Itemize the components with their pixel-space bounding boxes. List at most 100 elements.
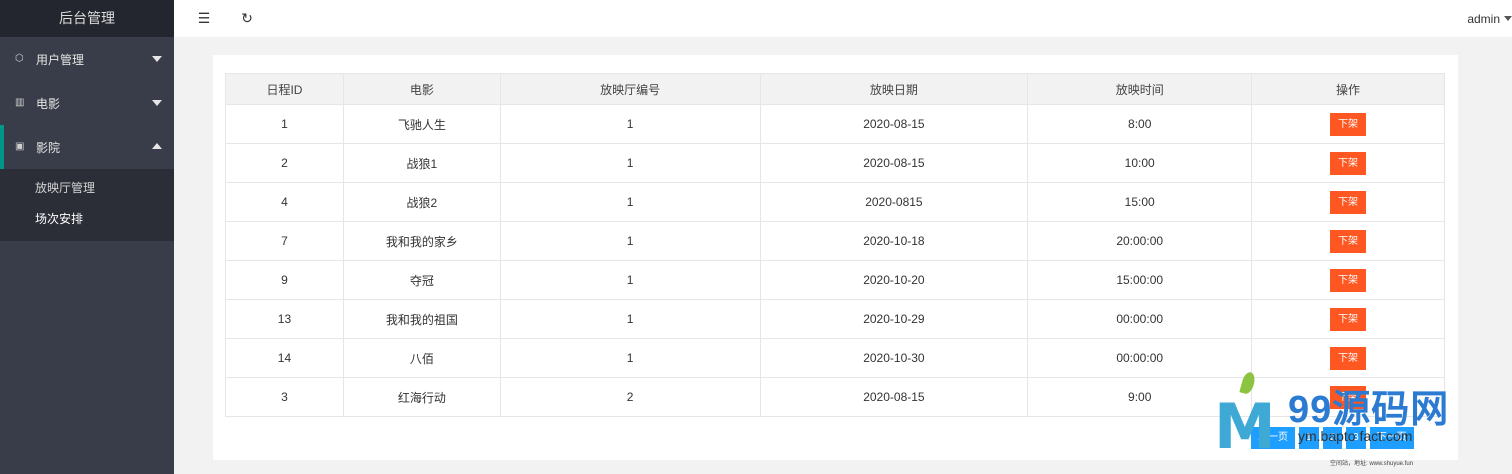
refresh-icon[interactable]: ↻	[239, 10, 255, 26]
cell-date: 2020-10-30	[759, 338, 1029, 378]
column-header[interactable]: 放映日期	[759, 73, 1029, 105]
top-header: ☰ ↻ admin	[174, 0, 1512, 37]
column-header[interactable]: 电影	[342, 73, 501, 105]
cell-movie: 战狼2	[342, 182, 501, 222]
cell-action: 下架	[1251, 104, 1445, 144]
cell-date: 2020-10-20	[759, 260, 1029, 300]
cell-action: 下架	[1251, 182, 1445, 222]
cell-movie: 我和我的祖国	[342, 299, 501, 339]
cell-movie: 红海行动	[342, 377, 501, 417]
cell-date: 2020-08-15	[759, 377, 1029, 417]
cell-action: 下架	[1251, 143, 1445, 183]
page-button[interactable]: 1	[1299, 427, 1319, 449]
cell-time: 9:00	[1027, 377, 1253, 417]
column-header[interactable]: 操作	[1251, 73, 1445, 105]
prev-page-button[interactable]: 上一页	[1251, 427, 1295, 449]
table-row: 2 战狼1 1 2020-08-15 10:00 下架	[225, 143, 1445, 183]
app-title: 后台管理	[0, 0, 174, 37]
sidebar-item-user-management[interactable]: ⬡ 用户管理	[0, 37, 174, 81]
cell-hall: 1	[499, 182, 761, 222]
menu-toggle-icon[interactable]: ☰	[196, 10, 212, 26]
sidebar-item-cinema[interactable]: ▣ 影院	[0, 125, 174, 169]
sidebar-item-label: 影院	[36, 140, 61, 155]
table-row: 1 飞驰人生 1 2020-08-15 8:00 下架	[225, 104, 1445, 144]
remove-button[interactable]: 下架	[1330, 268, 1367, 292]
cube-icon: ⬡	[15, 53, 24, 64]
cell-date: 2020-10-18	[759, 221, 1029, 261]
remove-button[interactable]: 下架	[1330, 229, 1367, 253]
table-row: 7 我和我的家乡 1 2020-10-18 20:00:00 下架	[225, 221, 1445, 261]
remove-button[interactable]: 下架	[1330, 346, 1367, 370]
cell-movie: 飞驰人生	[342, 104, 501, 144]
pagination: 上一页 1 2 3 下一页	[1251, 427, 1414, 449]
page-button[interactable]: 3	[1346, 427, 1366, 449]
sidebar-item-movie[interactable]: ▥ 电影	[0, 81, 174, 125]
cell-date: 2020-08-15	[759, 104, 1029, 144]
cell-movie: 战狼1	[342, 143, 501, 183]
schedule-card: 日程ID 电影 放映厅编号 放映日期 放映时间 操作 1 飞驰人生 1 2020…	[213, 55, 1458, 460]
next-page-button[interactable]: 下一页	[1369, 427, 1414, 449]
cell-hall: 1	[499, 299, 761, 339]
chevron-up-icon	[152, 143, 162, 149]
sidebar-submenu-cinema: 放映厅管理 场次安排	[0, 169, 174, 241]
remove-button[interactable]: 下架	[1330, 385, 1367, 409]
sidebar-item-label: 用户管理	[36, 52, 85, 67]
table-row: 3 红海行动 2 2020-08-15 9:00 下架	[225, 377, 1445, 417]
sidebar: 后台管理 ⬡ 用户管理 ▥ 电影 ▣ 影院 放映厅管理 场次安排	[0, 0, 174, 474]
cell-hall: 1	[499, 221, 761, 261]
cell-date: 2020-08-15	[759, 143, 1029, 183]
cell-action: 下架	[1251, 221, 1445, 261]
column-header[interactable]: 放映时间	[1027, 73, 1253, 105]
cell-time: 00:00:00	[1027, 299, 1253, 339]
remove-button[interactable]: 下架	[1330, 112, 1367, 136]
cell-action: 下架	[1251, 377, 1445, 417]
remove-button[interactable]: 下架	[1330, 307, 1367, 331]
cell-hall: 1	[499, 143, 761, 183]
schedule-table: 日程ID 电影 放映厅编号 放映日期 放映时间 操作 1 飞驰人生 1 2020…	[225, 73, 1445, 417]
cell-date: 2020-0815	[759, 182, 1029, 222]
apps-icon: ▣	[15, 141, 25, 152]
cell-time: 8:00	[1027, 104, 1253, 144]
table-row: 13 我和我的祖国 1 2020-10-29 00:00:00 下架	[225, 299, 1445, 339]
cell-action: 下架	[1251, 299, 1445, 339]
table-row: 9 夺冠 1 2020-10-20 15:00:00 下架	[225, 260, 1445, 300]
remove-button[interactable]: 下架	[1330, 190, 1367, 214]
cell-time: 00:00:00	[1027, 338, 1253, 378]
remove-button[interactable]: 下架	[1330, 151, 1367, 175]
cell-hall: 2	[499, 377, 761, 417]
cell-hall: 1	[499, 260, 761, 300]
film-icon: ▥	[15, 97, 25, 108]
cell-movie: 夺冠	[342, 260, 501, 300]
cell-id: 2	[225, 143, 344, 183]
cell-id: 13	[225, 299, 344, 339]
cell-time: 20:00:00	[1027, 221, 1253, 261]
cell-date: 2020-10-29	[759, 299, 1029, 339]
cell-hall: 1	[499, 338, 761, 378]
user-menu[interactable]: admin	[1467, 12, 1512, 26]
page-button[interactable]: 2	[1322, 427, 1343, 449]
cell-movie: 我和我的家乡	[342, 221, 501, 261]
cell-time: 10:00	[1027, 143, 1253, 183]
column-header[interactable]: 放映厅编号	[499, 73, 761, 105]
cell-id: 14	[225, 338, 344, 378]
username: admin	[1467, 12, 1500, 26]
cell-action: 下架	[1251, 260, 1445, 300]
table-header-row: 日程ID 电影 放映厅编号 放映日期 放映时间 操作	[225, 73, 1445, 105]
cell-action: 下架	[1251, 338, 1445, 378]
sidebar-subitem-hall-management[interactable]: 放映厅管理	[0, 173, 174, 204]
cell-time: 15:00	[1027, 182, 1253, 222]
chevron-down-icon	[152, 56, 162, 62]
cell-movie: 八佰	[342, 338, 501, 378]
cell-time: 15:00:00	[1027, 260, 1253, 300]
table-row: 14 八佰 1 2020-10-30 00:00:00 下架	[225, 338, 1445, 378]
table-row: 4 战狼2 1 2020-0815 15:00 下架	[225, 182, 1445, 222]
cell-id: 3	[225, 377, 344, 417]
column-header[interactable]: 日程ID	[225, 73, 344, 105]
cell-id: 1	[225, 104, 344, 144]
caret-down-icon	[1504, 16, 1512, 21]
cell-id: 7	[225, 221, 344, 261]
chevron-down-icon	[152, 100, 162, 106]
sidebar-subitem-schedule[interactable]: 场次安排	[0, 204, 174, 235]
sidebar-item-label: 电影	[36, 96, 61, 111]
cell-hall: 1	[499, 104, 761, 144]
